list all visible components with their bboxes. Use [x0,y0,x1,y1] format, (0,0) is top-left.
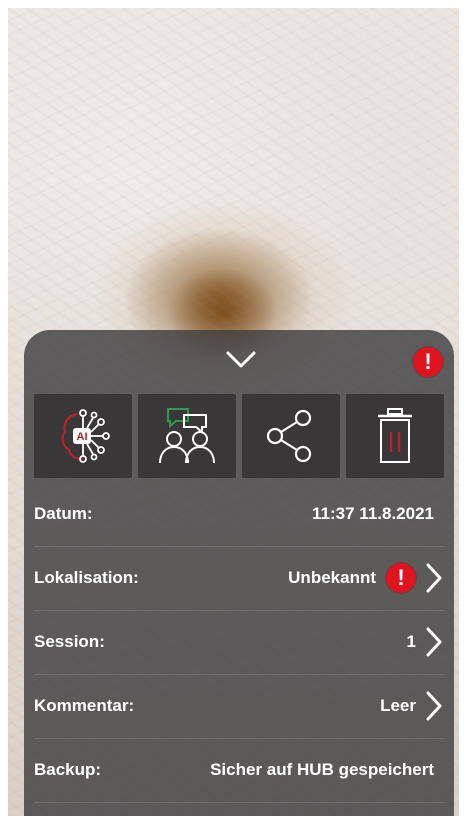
row-datum: Datum: 11:37 11.8.2021 [34,482,444,547]
datum-value: 11:37 11.8.2021 [312,504,434,523]
row-backup: Backup: Sicher auf HUB gespeichert [34,738,444,803]
datum-label: Datum: [34,504,93,523]
consultation-icon [159,408,215,464]
kommentar-value: Leer [380,696,416,715]
chevron-right-icon [424,561,444,595]
action-bar: AI [34,394,444,478]
lokalisation-value: Unbekannt [288,568,376,587]
backup-value: Sicher auf HUB gespeichert [210,760,434,779]
lokalisation-label: Lokalisation: [34,568,139,587]
consultation-button[interactable] [138,394,236,478]
chevron-right-icon [424,625,444,659]
trash-icon [378,408,412,463]
lokalisation-warning-badge: ! [386,563,416,593]
session-label: Session: [34,632,105,651]
kommentar-label: Kommentar: [34,696,135,715]
row-lokalisation[interactable]: Lokalisation: Unbekannt ! [34,546,444,611]
warning-badge[interactable]: ! [413,347,443,377]
share-button[interactable] [242,394,340,478]
collapse-button[interactable] [224,348,258,372]
session-value: 1 [406,632,416,651]
backup-label: Backup: [34,760,102,779]
chevron-right-icon [424,689,444,723]
row-kommentar[interactable]: Kommentar: Leer [34,674,444,739]
details-sheet: ! AI Datum: 11:37 11.8.2021 Lokalisation… [24,330,454,816]
ai-brain-icon: AI [61,409,110,463]
chevron-down-icon [226,351,256,368]
share-icon [266,409,312,463]
ai-analysis-button[interactable]: AI [34,394,132,478]
row-session[interactable]: Session: 1 [34,610,444,675]
svg-text:AI: AI [77,431,88,443]
delete-button[interactable] [346,394,444,478]
